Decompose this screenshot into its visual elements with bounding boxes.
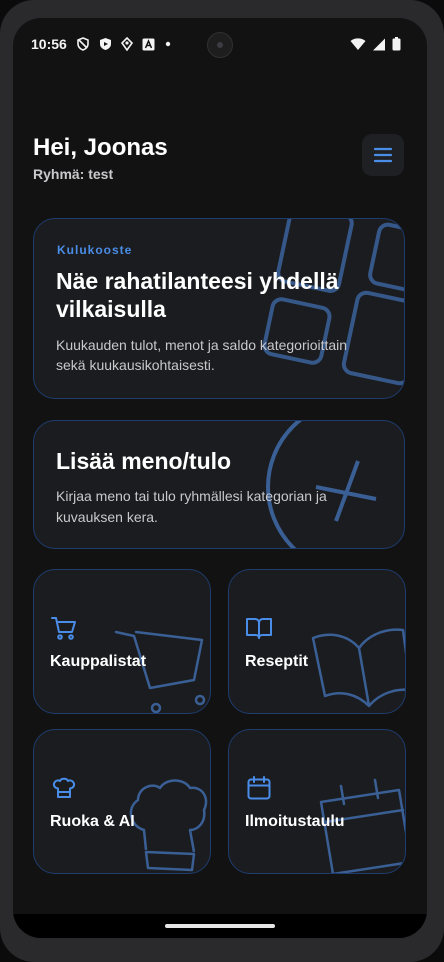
front-camera bbox=[207, 32, 233, 58]
add-transaction-card[interactable]: Lisää meno/tulo Kirjaa meno tai tulo ryh… bbox=[33, 420, 405, 549]
menu-button[interactable] bbox=[362, 134, 404, 176]
more-notifications-dot-icon bbox=[165, 41, 171, 47]
add-description: Kirjaa meno tai tulo ryhmällesi kategori… bbox=[56, 488, 327, 525]
tile-label-bulletin-board: Ilmoitustaulu bbox=[245, 813, 345, 830]
summary-description: Kuukauden tulot, menot ja saldo kategori… bbox=[56, 337, 348, 373]
add-title: Lisää meno/tulo bbox=[56, 448, 232, 474]
tile-label-shopping-lists: Kauppalistat bbox=[50, 653, 147, 670]
app-a-icon bbox=[142, 38, 155, 50]
app-screen: 10:56 Hei, Joonas Ryhmä: test Kulukooste… bbox=[13, 18, 427, 938]
tile-bulletin-board[interactable]: Ilmoitustaulu bbox=[228, 729, 406, 874]
vpn-key-icon bbox=[121, 37, 133, 51]
book-open-icon bbox=[246, 618, 272, 639]
add-plus-decoration-icon bbox=[266, 421, 377, 548]
tile-recipes[interactable]: Reseptit bbox=[228, 569, 406, 714]
status-time: 10:56 bbox=[31, 36, 67, 52]
group-subtitle: Ryhmä: test bbox=[33, 166, 114, 182]
battery-icon bbox=[392, 37, 401, 51]
hamburger-menu-icon bbox=[373, 147, 393, 163]
status-bar: 10:56 bbox=[13, 18, 427, 72]
summary-title: Näe rahatilanteesi yhdellä vilkaisulla bbox=[56, 268, 339, 322]
chef-hat-icon bbox=[52, 777, 76, 798]
chef-hat-decoration-icon bbox=[129, 779, 208, 872]
shopping-cart-icon bbox=[51, 617, 76, 640]
cart-decoration-icon bbox=[114, 630, 206, 713]
calendar-icon bbox=[247, 776, 271, 800]
tile-label-recipes: Reseptit bbox=[245, 653, 309, 670]
tile-label-food-ai: Ruoka & AI bbox=[50, 813, 135, 830]
shield-slash-icon bbox=[77, 37, 89, 51]
phone-frame: 10:56 Hei, Joonas Ryhmä: test Kulukooste… bbox=[0, 0, 444, 962]
open-book-decoration-icon bbox=[311, 628, 405, 708]
notification-icons bbox=[76, 37, 172, 51]
tile-shopping-lists[interactable]: Kauppalistat bbox=[33, 569, 211, 714]
shield-play-icon bbox=[100, 38, 111, 50]
tile-food-ai[interactable]: Ruoka & AI bbox=[33, 729, 211, 874]
calendar-decoration-icon bbox=[319, 778, 405, 873]
summary-eyebrow: Kulukooste bbox=[57, 243, 133, 257]
wifi-icon bbox=[350, 37, 366, 50]
home-indicator[interactable] bbox=[165, 924, 275, 928]
expense-summary-card[interactable]: Kulukooste Näe rahatilanteesi yhdellä vi… bbox=[33, 218, 405, 399]
signal-icon bbox=[373, 38, 385, 50]
system-icons bbox=[350, 37, 401, 51]
greeting-title: Hei, Joonas bbox=[33, 134, 168, 161]
